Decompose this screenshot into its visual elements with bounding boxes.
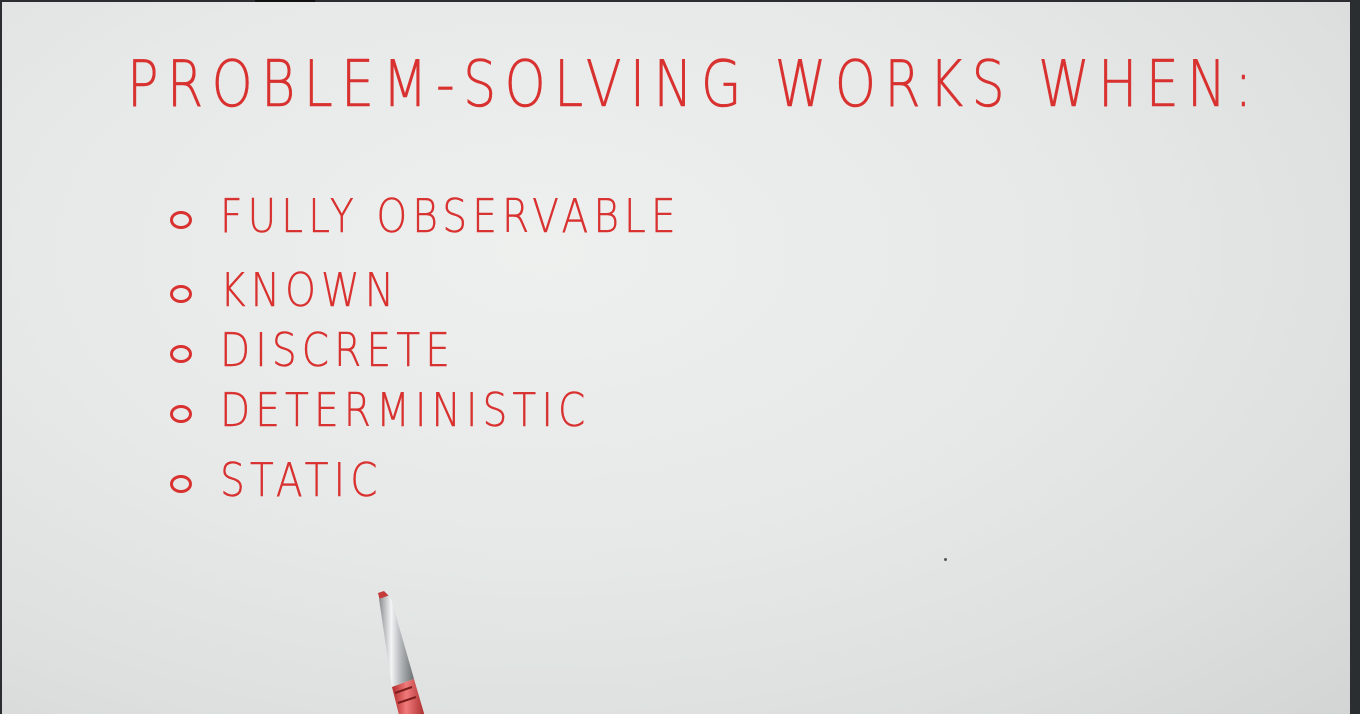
paper-speck (944, 558, 947, 561)
condition-item: STATIC (170, 450, 411, 510)
condition-label: KNOWN (220, 263, 400, 317)
heading: PROBLEM-SOLVING WORKS WHEN: (127, 48, 1261, 123)
video-frame: PROBLEM-SOLVING WORKS WHEN: FULLY OBSERV… (0, 0, 1360, 714)
condition-label: DETERMINISTIC (220, 383, 591, 437)
condition-label: DISCRETE (220, 323, 456, 377)
condition-item: KNOWN (170, 260, 431, 320)
paper-sheet: PROBLEM-SOLVING WORKS WHEN: FULLY OBSERV… (2, 2, 1350, 714)
circle-bullet-icon (170, 211, 192, 229)
circle-bullet-icon (170, 285, 192, 303)
condition-label: STATIC (220, 453, 383, 507)
condition-item: DETERMINISTIC (170, 380, 656, 440)
circle-bullet-icon (170, 345, 192, 363)
condition-label: FULLY OBSERVABLE (220, 189, 681, 243)
condition-item: DISCRETE (170, 320, 497, 380)
circle-bullet-icon (170, 405, 192, 423)
circle-bullet-icon (170, 475, 192, 493)
condition-item: FULLY OBSERVABLE (170, 186, 762, 246)
pen-icon (378, 591, 425, 714)
